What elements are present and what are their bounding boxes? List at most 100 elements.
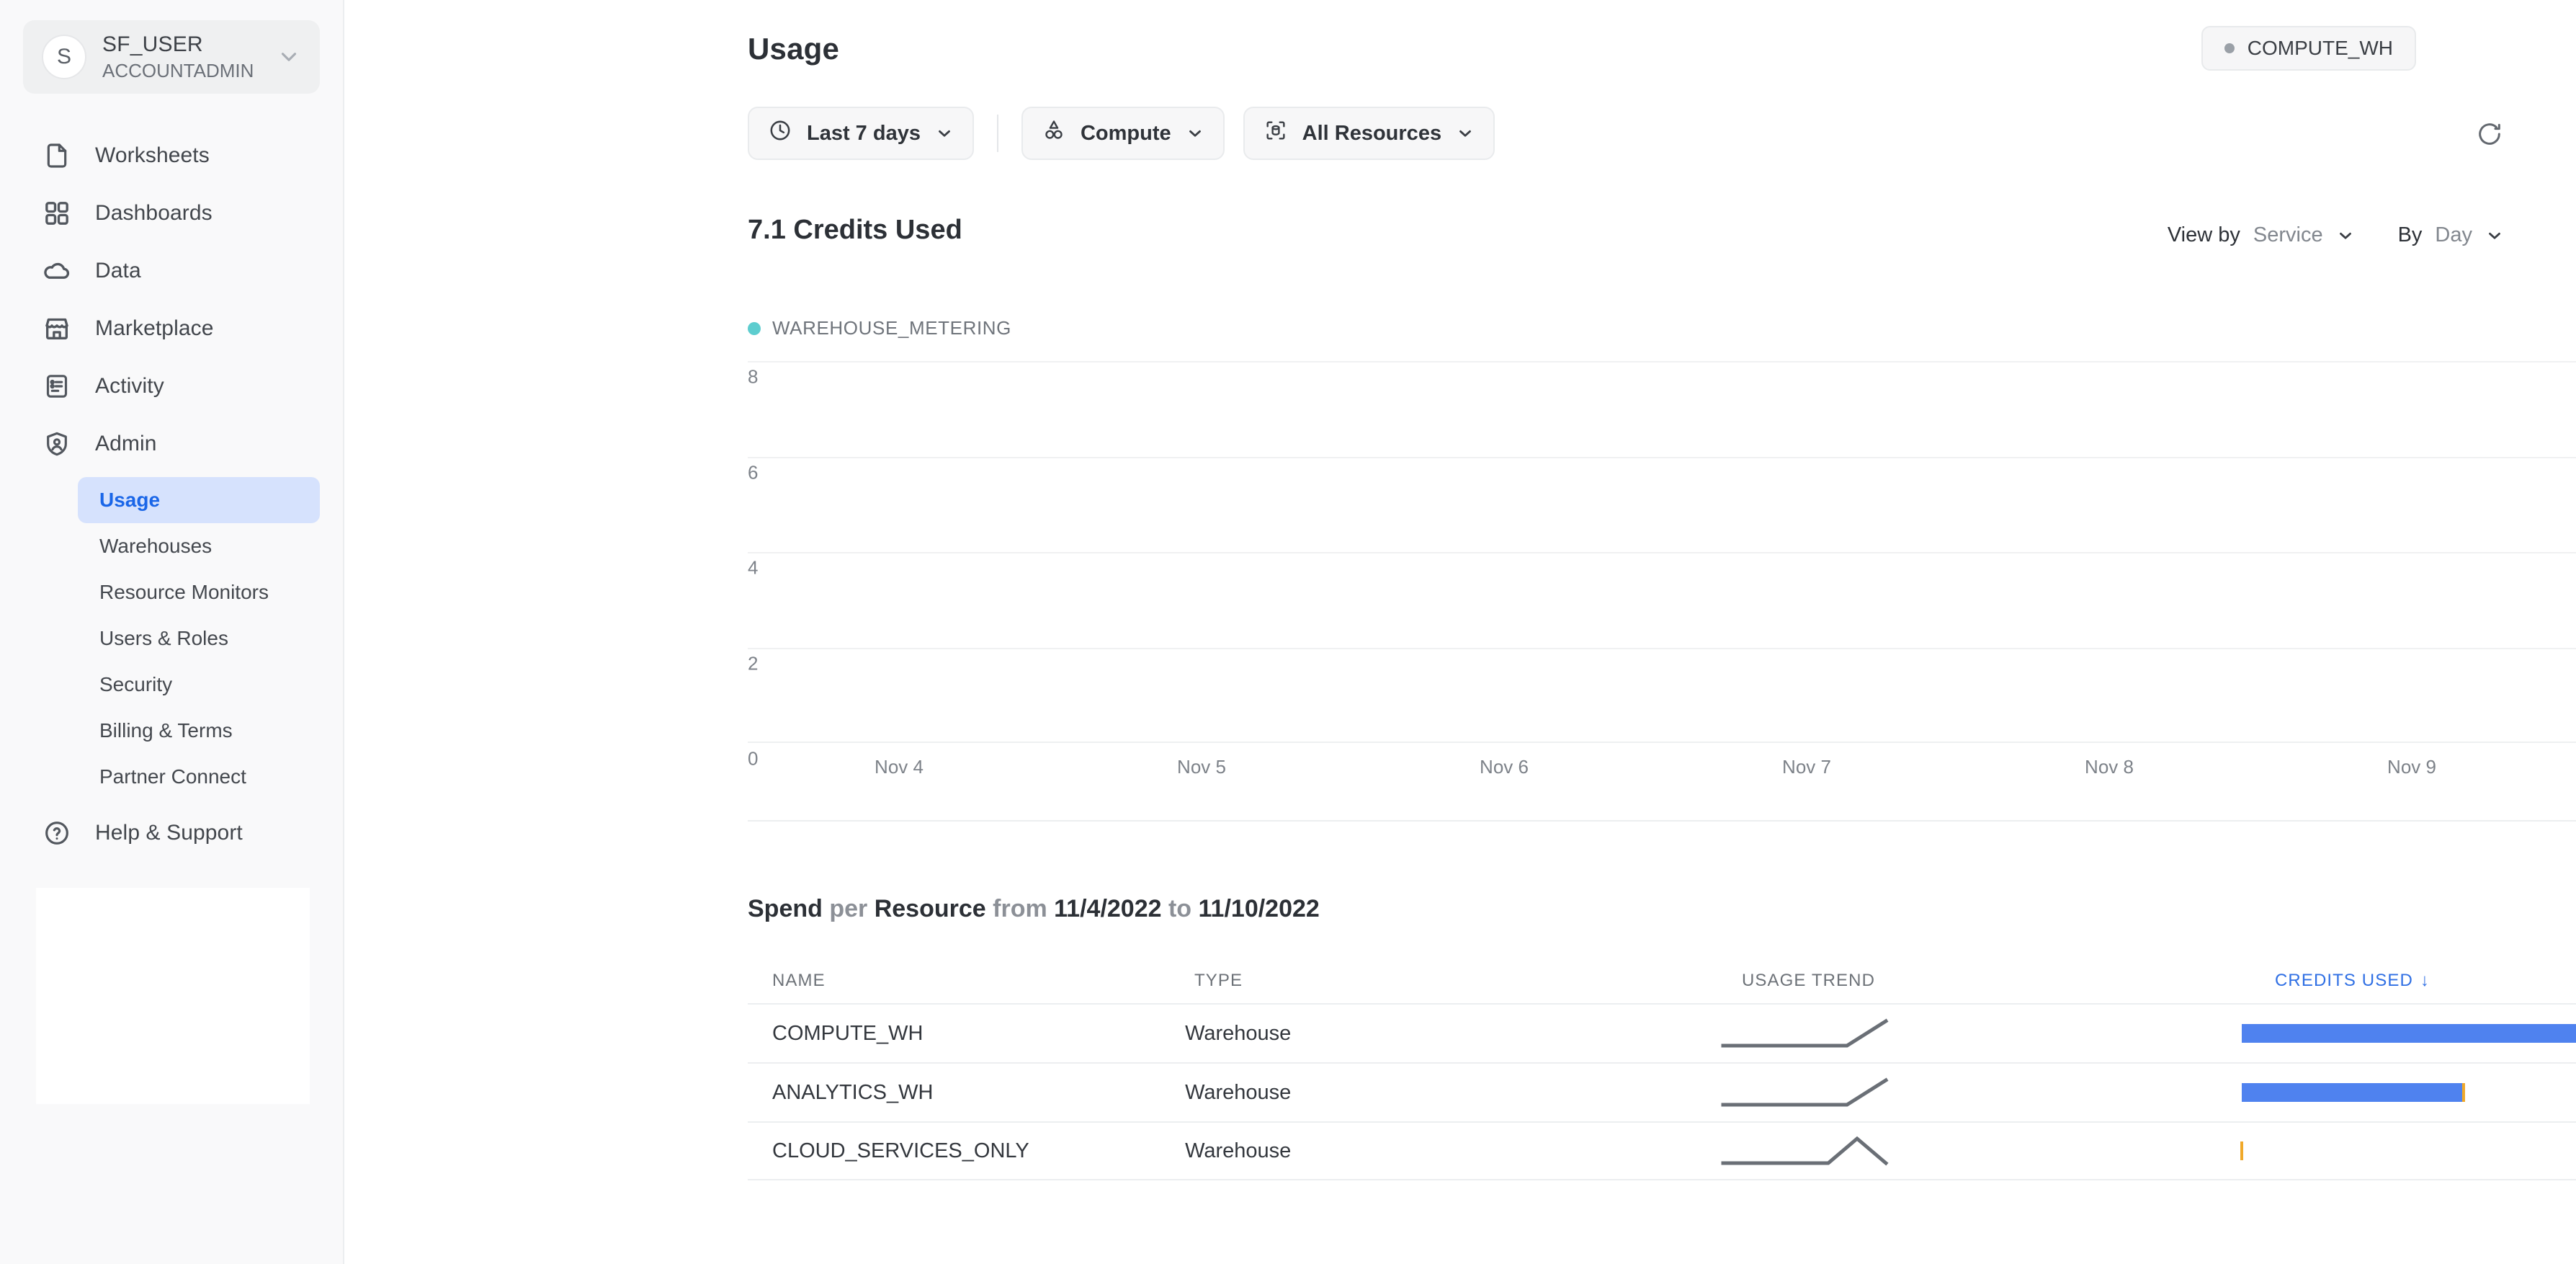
chart-x-tick-label: Nov 5 (1177, 756, 1226, 778)
sidebar-item-worksheets[interactable]: Worksheets (0, 127, 343, 184)
chart-x-tick-label: Nov 6 (1480, 756, 1529, 778)
status-badge[interactable]: COMPUTE_WH (2201, 26, 2416, 71)
spend-title-part: Spend (748, 895, 823, 922)
credits-bar-track (2240, 1141, 2576, 1160)
group-by-prefix: By (2397, 223, 2423, 246)
sort-desc-icon: ↓ (2420, 971, 2430, 990)
spend-title-part: to (1161, 895, 1199, 922)
refresh-icon[interactable] (2475, 120, 2504, 152)
chevron-down-icon (939, 130, 950, 137)
sparkline-icon (1721, 1136, 1889, 1166)
column-header-type[interactable]: TYPE (1194, 971, 1243, 990)
sidebar: S SF_USER ACCOUNTADMIN Worksheets Dashbo… (0, 0, 344, 1264)
credits-chart: WAREHOUSE_METERING 02468 Nov 4 Nov 5 Nov 6… (748, 317, 2576, 799)
date-range-filter-button[interactable]: Last 7 days (748, 107, 974, 160)
sidebar-item-security[interactable]: Security (78, 662, 320, 708)
sidebar-item-warehouses[interactable]: Warehouses (78, 523, 320, 569)
sidebar-item-resource-monitors[interactable]: Resource Monitors (78, 569, 320, 615)
view-by-dropdown[interactable]: View by Service (2168, 223, 2355, 247)
sidebar-subitem-label: Warehouses (99, 535, 213, 557)
sidebar-item-data[interactable]: Data (0, 242, 343, 300)
column-header-usage-trend[interactable]: USAGE TREND (1742, 971, 1875, 990)
sidebar-item-label: Help & Support (95, 821, 243, 845)
account-role: ACCOUNTADMIN (102, 60, 254, 81)
sidebar-subitem-label: Security (99, 673, 173, 695)
resources-filter-button[interactable]: All Resources (1243, 107, 1495, 160)
chart-y-tick-label: 2 (748, 652, 759, 674)
question-circle-icon (40, 819, 73, 847)
chevron-down-icon (1189, 130, 1201, 137)
sidebar-item-help-support[interactable]: Help & Support (0, 804, 343, 862)
page-title: Usage (748, 32, 840, 66)
sidebar-item-marketplace[interactable]: Marketplace (0, 300, 343, 357)
resources-filter-label: All Resources (1302, 121, 1442, 145)
table-row[interactable]: ANALYTICS_WHWarehouse2.2 (748, 1062, 2576, 1121)
sidebar-item-activity[interactable]: Activity (0, 357, 343, 415)
avatar: S (42, 35, 86, 79)
credits-used-title: 7.1 Credits Used (748, 215, 962, 245)
legend-label: WAREHOUSE_METERING (772, 317, 1011, 339)
credits-bar-track (2242, 1083, 2576, 1102)
spend-title-part: Resource (874, 895, 986, 922)
account-username: SF_USER (102, 32, 203, 56)
column-header-credits-used[interactable]: CREDITS USED ↓ (2275, 971, 2430, 991)
table-row[interactable]: COMPUTE_WHWarehouse4.9 (748, 1003, 2576, 1062)
date-range-filter-label: Last 7 days (807, 121, 921, 145)
credits-bar-fill (2242, 1024, 2576, 1043)
sidebar-item-dashboards[interactable]: Dashboards (0, 184, 343, 242)
chart-x-tick-label: Nov 8 (2085, 756, 2134, 778)
spend-title-date-from: 11/4/2022 (1054, 895, 1162, 922)
document-icon (40, 141, 73, 170)
group-by-dropdown[interactable]: By Day (2398, 223, 2504, 247)
chart-gridline (748, 361, 2576, 362)
view-by-value: Service (2253, 223, 2323, 246)
table-header-row: NAME TYPE USAGE TREND CREDITS USED ↓ (748, 958, 2576, 1003)
app-root: S SF_USER ACCOUNTADMIN Worksheets Dashbo… (0, 0, 2576, 1264)
cell-resource-name: CLOUD_SERVICES_ONLY (772, 1139, 1029, 1162)
table-body: COMPUTE_WHWarehouse4.9ANALYTICS_WHWareho… (748, 1003, 2576, 1180)
clock-icon (768, 118, 792, 148)
avatar-initial: S (56, 45, 71, 68)
view-by-prefix: View by (2167, 223, 2240, 246)
chevron-down-icon (2339, 232, 2351, 239)
status-badge-label: COMPUTE_WH (2247, 37, 2393, 59)
sidebar-item-label: Activity (95, 374, 164, 398)
spend-title-part: per (822, 895, 875, 922)
sidebar-nav: Worksheets Dashboards Data Marketplace A… (0, 127, 343, 862)
sidebar-item-partner-connect[interactable]: Partner Connect (78, 754, 320, 800)
chevron-down-icon (1459, 130, 1471, 137)
sidebar-item-label: Dashboards (95, 201, 213, 225)
cell-resource-type: Warehouse (1185, 1021, 1292, 1045)
chart-view-controls: View by Service By Day (2168, 223, 2504, 247)
category-filter-button[interactable]: Compute (1021, 107, 1225, 160)
chart-gridline (748, 647, 2576, 649)
store-icon (40, 314, 73, 343)
sidebar-item-label: Worksheets (95, 143, 210, 167)
chart-x-tick-label: Nov 7 (1782, 756, 1831, 778)
chart-legend: WAREHOUSE_METERING (748, 317, 2576, 339)
cell-resource-type: Warehouse (1185, 1139, 1292, 1162)
chart-x-tick-label: Nov 4 (875, 756, 923, 778)
sidebar-item-label: Data (95, 259, 141, 282)
table-row[interactable]: CLOUD_SERVICES_ONLYWarehouse0.0 (748, 1121, 2576, 1180)
chart-gridline (748, 552, 2576, 553)
filter-toolbar: Last 7 days Compute All Resources (748, 107, 1495, 160)
category-filter-label: Compute (1080, 121, 1171, 145)
cloud-icon (40, 257, 73, 285)
spend-section-title: Spend per Resource from 11/4/2022 to 11/… (748, 895, 1320, 923)
sidebar-item-users-roles[interactable]: Users & Roles (78, 615, 320, 662)
column-header-name[interactable]: NAME (772, 971, 826, 990)
chart-x-tick-label: Nov 9 (2387, 756, 2436, 778)
cell-resource-type: Warehouse (1185, 1080, 1292, 1104)
account-switcher[interactable]: S SF_USER ACCOUNTADMIN (23, 20, 320, 94)
sidebar-subitem-label: Billing & Terms (99, 719, 233, 742)
compute-icon (1042, 118, 1066, 148)
sidebar-subitem-label: Partner Connect (99, 765, 246, 788)
column-header-label: CREDITS USED (2275, 971, 2413, 990)
chart-baseline (748, 742, 2576, 743)
sidebar-item-admin[interactable]: Admin (0, 415, 343, 473)
sidebar-item-usage[interactable]: Usage (78, 477, 320, 523)
sidebar-item-billing-terms[interactable]: Billing & Terms (78, 708, 320, 754)
cell-resource-name: COMPUTE_WH (772, 1021, 923, 1045)
legend-color-swatch (748, 321, 761, 335)
